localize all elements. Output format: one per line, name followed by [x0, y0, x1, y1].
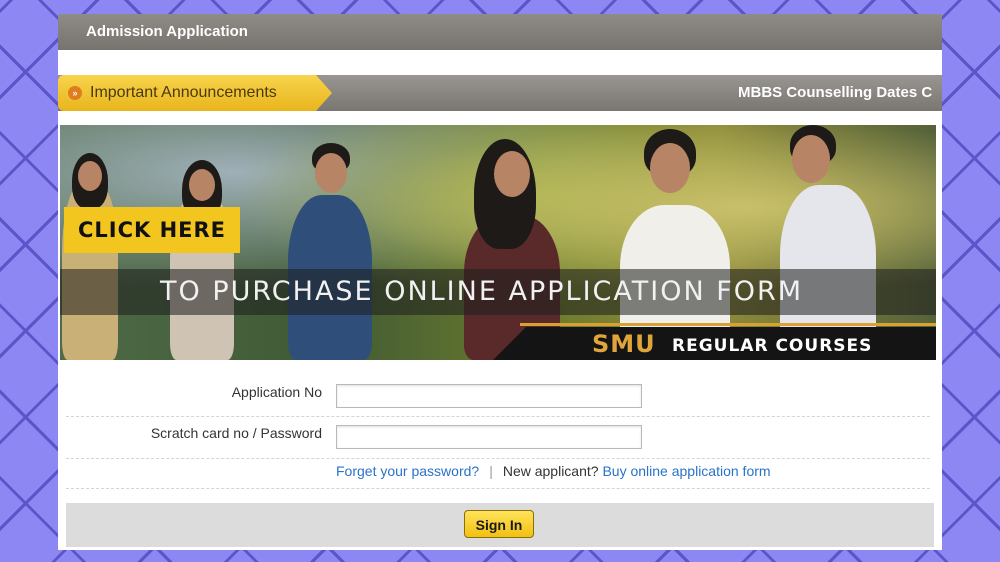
password-input[interactable]	[336, 425, 642, 449]
student-face	[315, 153, 347, 193]
banner-headline: TO PURCHASE ONLINE APPLICATION FORM	[160, 276, 804, 307]
purchase-form-banner[interactable]: CLICK HERE TO PURCHASE ONLINE APPLICATIO…	[60, 125, 936, 360]
student-face	[78, 161, 102, 191]
click-here-button[interactable]: CLICK HERE	[64, 207, 240, 253]
regular-courses-text: REGULAR COURSES	[672, 336, 873, 356]
announcement-tag: » Important Announcements	[58, 75, 332, 111]
page-title: Admission Application	[58, 14, 942, 50]
links-row	[66, 458, 930, 489]
application-no-input[interactable]	[336, 384, 642, 408]
announcement-ticker[interactable]: MBBS Counselling Dates C	[738, 75, 932, 111]
double-chevron-right-icon: »	[68, 86, 82, 100]
application-no-label: Application No	[231, 384, 322, 400]
announcement-bar: » Important Announcements MBBS Counselli…	[58, 75, 942, 111]
banner-divider	[520, 323, 936, 326]
student-face	[792, 135, 830, 183]
sign-in-button[interactable]: Sign In	[464, 510, 534, 538]
smu-logo-text: SMU	[592, 330, 656, 358]
password-label: Scratch card no / Password	[150, 425, 322, 441]
student-face	[650, 143, 690, 193]
student-face	[189, 169, 215, 201]
admission-panel: Admission Application » Important Announ…	[58, 14, 942, 550]
announcement-label: Important Announcements	[90, 84, 277, 101]
student-face	[494, 151, 530, 197]
